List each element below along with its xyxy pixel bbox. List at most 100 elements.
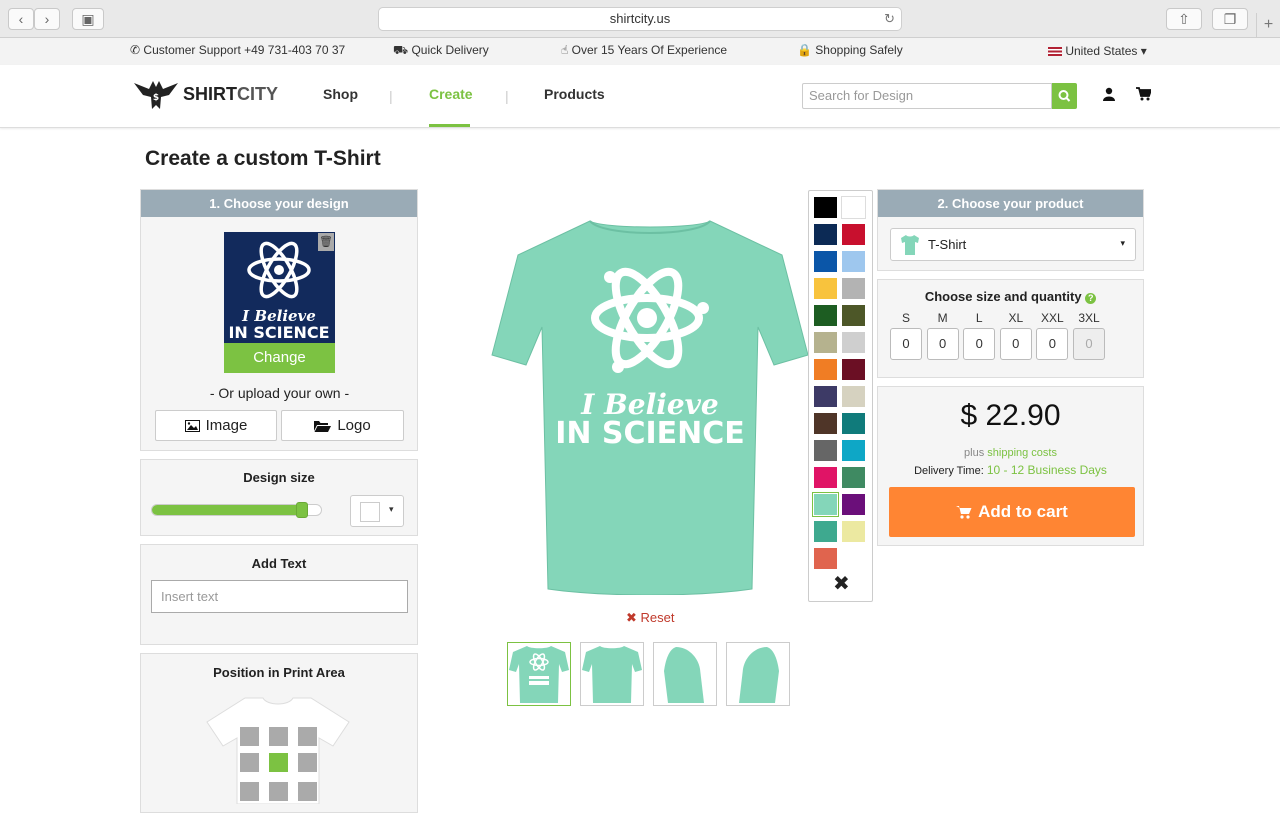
shipping-costs-link[interactable]: shipping costs <box>987 447 1057 459</box>
quantity-input[interactable]: 0 <box>999 328 1032 360</box>
color-swatch[interactable] <box>813 196 838 219</box>
search-button[interactable] <box>1052 83 1077 109</box>
color-swatch[interactable] <box>813 331 838 354</box>
color-swatch[interactable] <box>813 250 838 273</box>
upload-image-button[interactable]: Image <box>155 410 277 441</box>
position-cell-left[interactable] <box>240 753 259 772</box>
design-panel: 1. Choose your design I Believe IN SCIEN… <box>140 189 418 451</box>
text-color-dropdown[interactable]: ▾ <box>350 495 404 527</box>
back-button[interactable]: ‹ <box>8 8 34 30</box>
color-swatch[interactable] <box>841 331 866 354</box>
delivery-info: ⛟ Quick Delivery <box>393 43 489 57</box>
position-cell-top-right[interactable] <box>298 727 317 746</box>
view-right-sleeve-thumb[interactable] <box>726 642 790 706</box>
color-swatch[interactable] <box>812 492 839 517</box>
slider-handle[interactable] <box>295 502 308 518</box>
truck-icon: ⛟ <box>393 43 409 57</box>
support-info: ✆ Customer Support +49 731-403 70 37 <box>130 43 346 57</box>
close-icon[interactable]: ✖ <box>833 571 850 596</box>
tabs-icon[interactable]: ❐ <box>1212 8 1248 30</box>
left-sleeve-thumb-image <box>664 647 704 703</box>
position-cell-right[interactable] <box>298 753 317 772</box>
country-selector[interactable]: United States ▾ <box>1048 44 1147 58</box>
nav-create[interactable]: Create <box>429 86 473 102</box>
color-swatch[interactable] <box>841 439 866 462</box>
position-cell-bottom[interactable] <box>269 782 288 801</box>
color-swatch[interactable] <box>841 277 866 300</box>
add-to-cart-button[interactable]: Add to cart <box>889 487 1135 537</box>
design-size-panel: Design size ▾ <box>140 459 418 536</box>
color-swatch[interactable] <box>841 466 866 489</box>
position-cell-bottom-left[interactable] <box>240 782 259 801</box>
color-swatch[interactable] <box>813 520 838 543</box>
reload-icon[interactable]: ↻ <box>884 8 895 30</box>
color-swatch[interactable] <box>841 223 866 246</box>
search-input[interactable]: Search for Design <box>802 83 1052 109</box>
view-front-thumb[interactable] <box>580 642 644 706</box>
color-swatch[interactable] <box>813 358 838 381</box>
sidebar-toggle-icon[interactable]: ▣ <box>72 8 104 30</box>
cart-icon[interactable] <box>1136 87 1151 101</box>
color-swatch[interactable] <box>841 196 866 219</box>
color-swatch[interactable] <box>813 412 838 435</box>
site-logo[interactable]: $ SHIRTCITY <box>133 77 278 111</box>
tshirt-image: I Believe IN SCIENCE <box>491 220 809 596</box>
shipping-info: plus shipping costs <box>964 447 1057 459</box>
insert-text-input[interactable]: Insert text <box>151 580 408 613</box>
change-design-button[interactable]: Change <box>224 343 335 373</box>
product-panel: 2. Choose your product T-Shirt ▾ <box>877 189 1144 271</box>
browser-toolbar: ‹ › ▣ shirtcity.us ↻ ⇧ ❐ + <box>0 0 1280 38</box>
design-size-title: Design size <box>243 470 315 485</box>
nav-separator: | <box>389 88 393 104</box>
size-label: S <box>901 311 910 325</box>
lock-icon: 🔒 <box>797 43 812 57</box>
color-swatch[interactable] <box>813 304 838 327</box>
size-label: L <box>975 311 983 325</box>
quantity-input[interactable]: 0 <box>926 328 959 360</box>
right-sleeve-thumb-image <box>739 647 779 703</box>
quantity-input[interactable]: 0 <box>1073 328 1105 360</box>
position-cell-bottom-right[interactable] <box>298 782 317 801</box>
shirt-preview[interactable]: I Believe IN SCIENCE <box>490 215 810 596</box>
upload-logo-button[interactable]: Logo <box>281 410 404 441</box>
color-swatch[interactable] <box>813 277 838 300</box>
position-cell-top[interactable] <box>269 727 288 746</box>
reset-button[interactable]: ✖ Reset <box>626 610 675 626</box>
quantity-input[interactable]: 0 <box>890 328 922 360</box>
color-swatch[interactable] <box>813 223 838 246</box>
user-icon[interactable] <box>1103 87 1115 101</box>
design-size-slider[interactable] <box>151 502 322 518</box>
color-swatch[interactable] <box>841 385 866 408</box>
color-swatch[interactable] <box>841 304 866 327</box>
folder-icon <box>314 420 332 432</box>
new-tab-button[interactable]: + <box>1256 13 1280 38</box>
color-swatch[interactable] <box>813 547 838 570</box>
color-swatch[interactable] <box>841 250 866 273</box>
product-select[interactable]: T-Shirt ▾ <box>890 228 1136 261</box>
trash-icon[interactable]: 🗑 <box>318 233 334 251</box>
color-swatch[interactable] <box>841 358 866 381</box>
help-icon[interactable]: ? <box>1085 293 1097 304</box>
view-front-design-thumb[interactable] <box>507 642 571 706</box>
eagle-logo-icon: $ <box>134 81 178 109</box>
color-swatch[interactable] <box>841 412 866 435</box>
nav-shop[interactable]: Shop <box>323 86 358 102</box>
share-icon[interactable]: ⇧ <box>1166 8 1202 30</box>
nav-products[interactable]: Products <box>544 86 605 102</box>
search-icon <box>1058 90 1071 102</box>
view-left-sleeve-thumb[interactable] <box>653 642 717 706</box>
address-bar[interactable]: shirtcity.us ↻ <box>378 7 902 31</box>
position-cell-top-left[interactable] <box>240 727 259 746</box>
color-swatch[interactable] <box>841 520 866 543</box>
position-cell-center[interactable] <box>269 753 288 772</box>
color-swatch[interactable] <box>813 439 838 462</box>
forward-button[interactable]: › <box>34 8 60 30</box>
color-swatch[interactable] <box>841 493 866 516</box>
quantity-input[interactable]: 0 <box>1036 328 1069 360</box>
color-swatch[interactable] <box>813 466 838 489</box>
close-icon: ✖ <box>626 610 637 625</box>
thumbs-up-icon: ☝ <box>561 43 569 57</box>
color-swatch[interactable] <box>813 385 838 408</box>
quantity-input[interactable]: 0 <box>963 328 996 360</box>
size-panel: Choose size and quantity ? S 0 M 0 L 0 XL 0 XXL 0… <box>877 279 1144 378</box>
